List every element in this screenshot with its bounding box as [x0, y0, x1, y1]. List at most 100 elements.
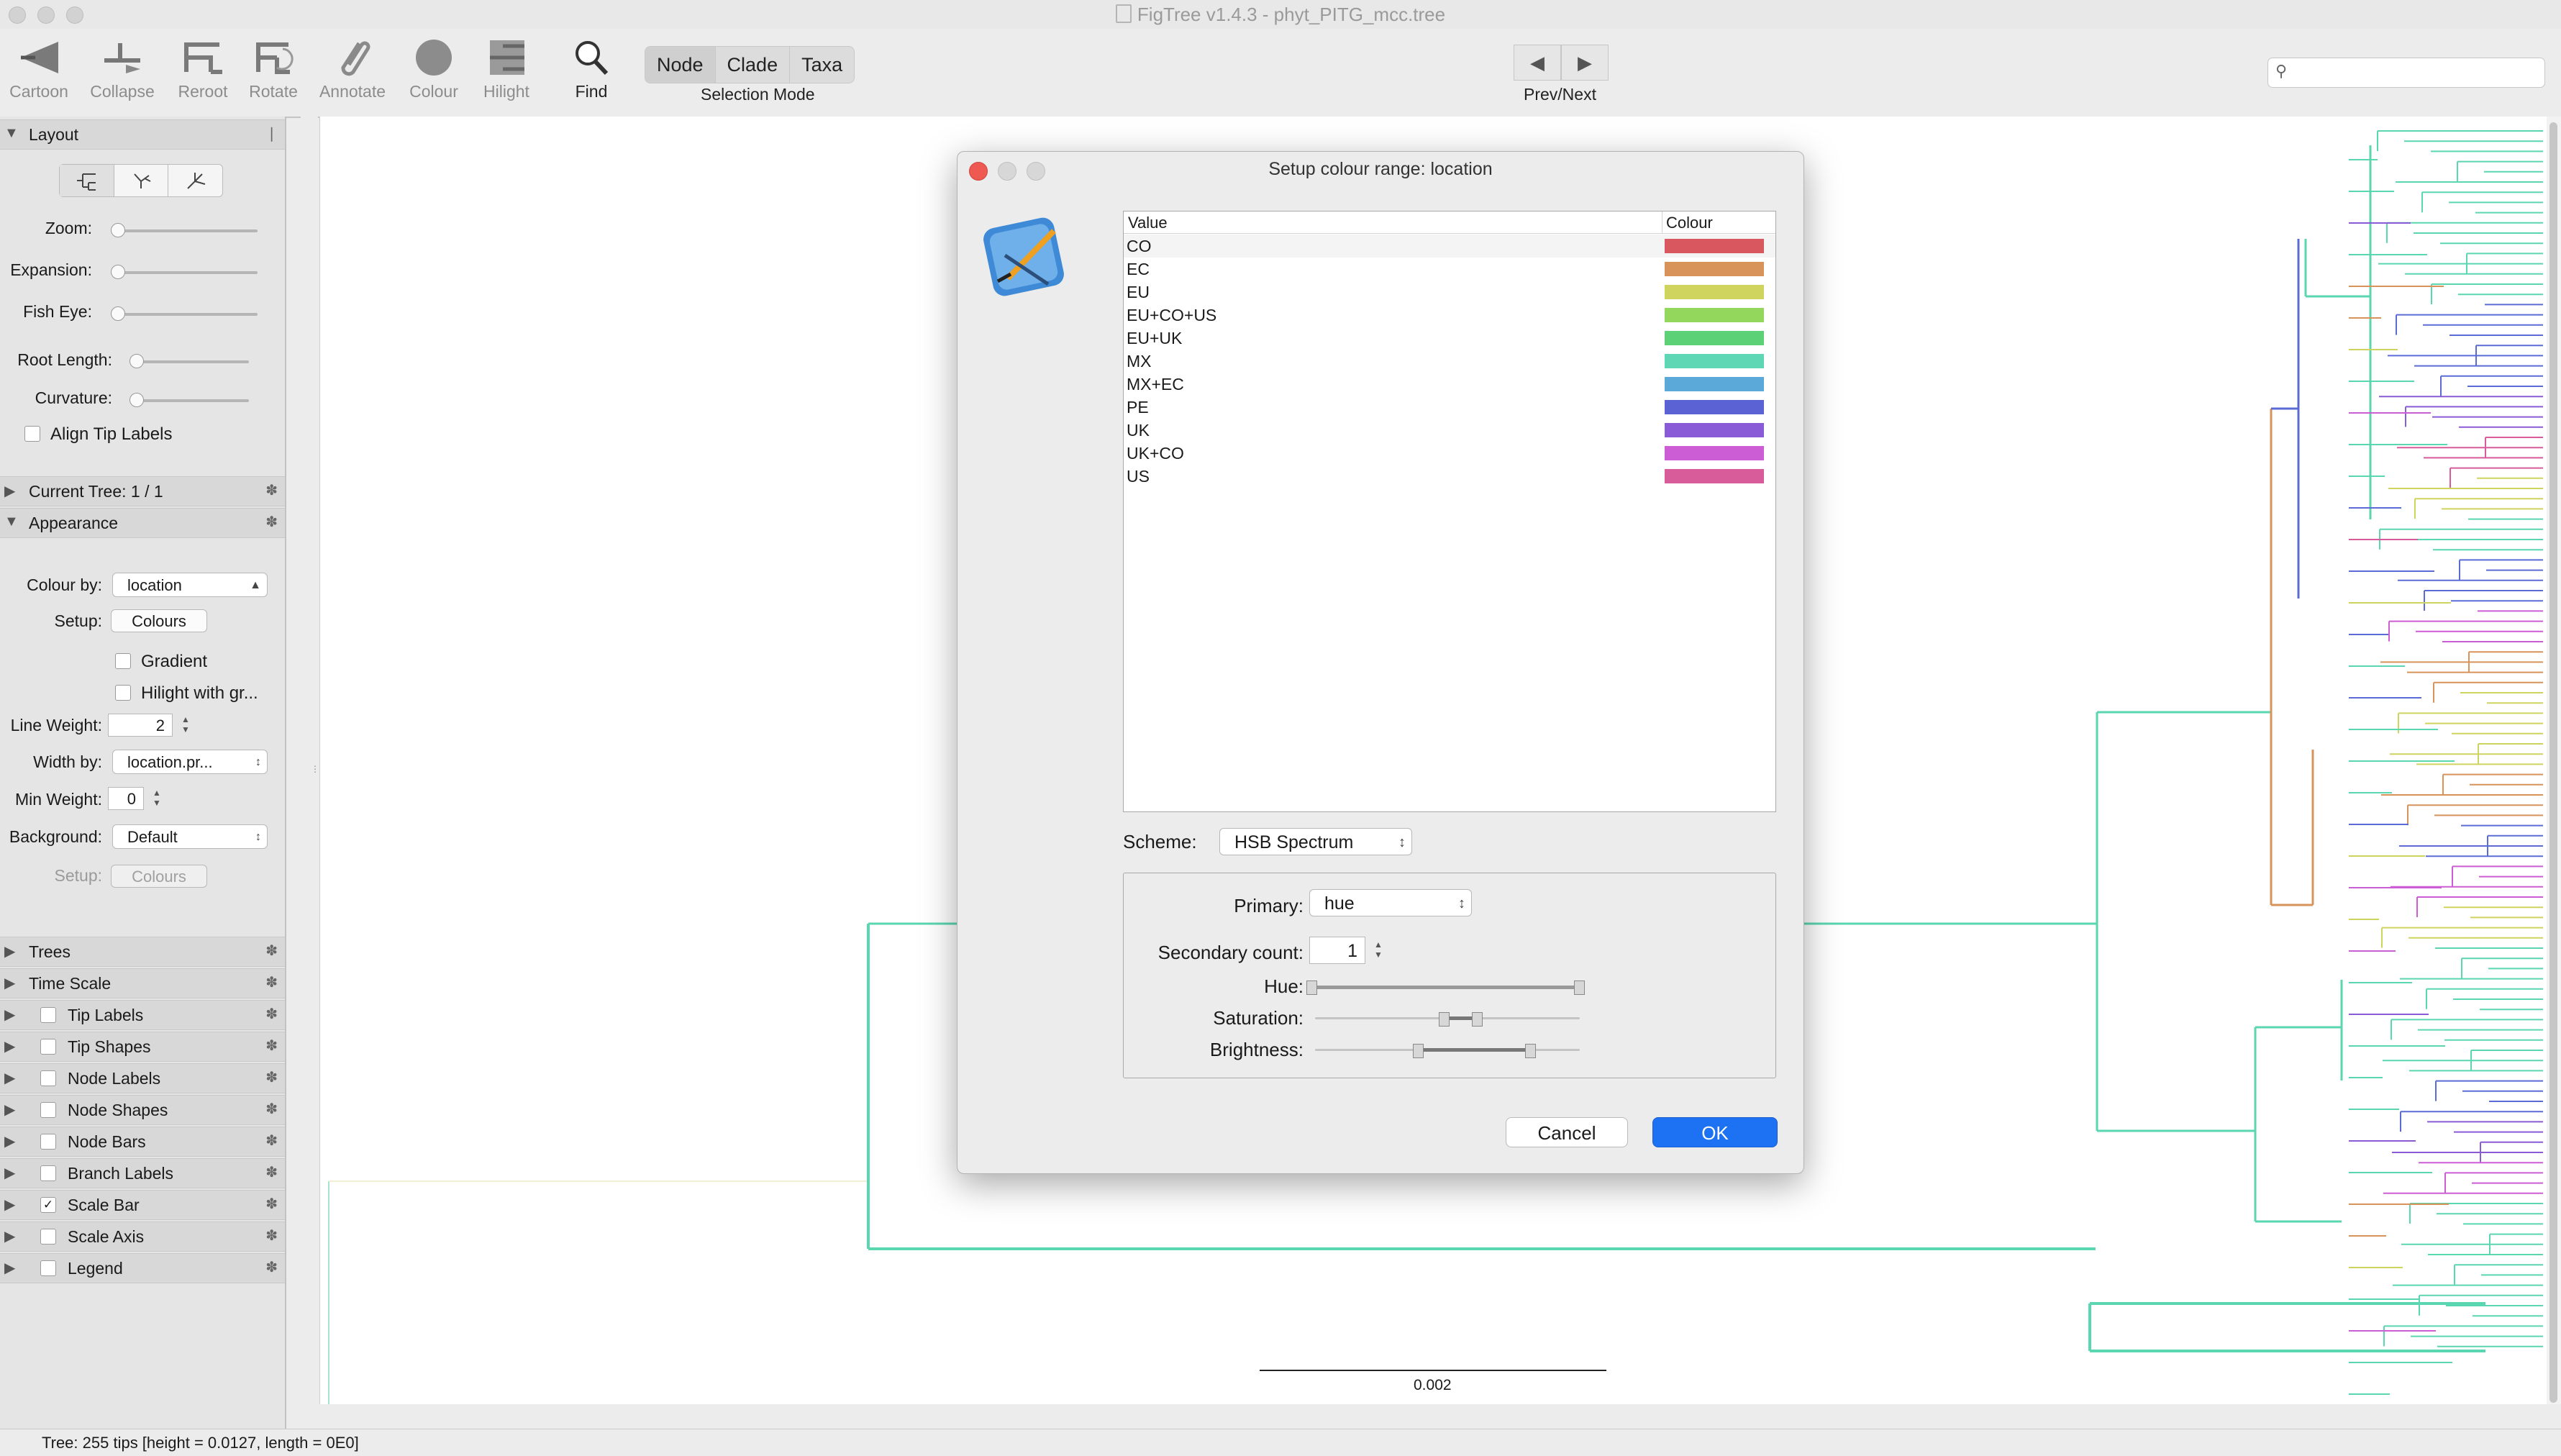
secondary-count-stepper[interactable]: ▲ ▼ — [1371, 939, 1386, 961]
layout-section-header[interactable]: ▼ Layout ❘ — [0, 119, 285, 150]
table-row[interactable]: MX — [1124, 350, 1775, 373]
pin-icon[interactable]: ✽ — [265, 1132, 278, 1150]
section-trees[interactable]: ▶ Trees ✽ — [0, 937, 285, 967]
curvature-slider-knob[interactable] — [129, 393, 144, 407]
disclosure-closed-icon[interactable]: ▶ — [4, 1227, 15, 1245]
find-button[interactable]: Find — [555, 36, 627, 101]
section-tip-shapes[interactable]: ▶ Tip Shapes ✽ — [0, 1032, 285, 1062]
section-branch-labels-checkbox[interactable] — [40, 1165, 56, 1181]
fisheye-slider-knob[interactable] — [111, 306, 125, 321]
search-input[interactable]: ⚲ — [2267, 58, 2545, 88]
brightness-range-slider[interactable] — [1315, 1044, 1580, 1058]
saturation-min-thumb[interactable] — [1439, 1012, 1450, 1027]
section-node-labels-checkbox[interactable] — [40, 1070, 56, 1086]
table-row[interactable]: EU+CO+US — [1124, 304, 1775, 327]
colour-swatch[interactable] — [1665, 469, 1764, 483]
section-tip-shapes-checkbox[interactable] — [40, 1039, 56, 1055]
brightness-max-thumb[interactable] — [1525, 1044, 1536, 1058]
tab-clade[interactable]: Clade — [716, 47, 791, 83]
section-legend-checkbox[interactable] — [40, 1260, 56, 1276]
section-node-bars[interactable]: ▶ Node Bars ✽ — [0, 1127, 285, 1157]
table-row[interactable]: MX+EC — [1124, 373, 1775, 396]
scrollbar-thumb[interactable] — [2549, 122, 2557, 1403]
saturation-range-slider[interactable] — [1315, 1012, 1580, 1027]
hilight-gradient-checkbox[interactable] — [115, 685, 131, 701]
hue-min-thumb[interactable] — [1306, 980, 1317, 995]
annotate-button[interactable]: Annotate — [317, 36, 388, 101]
pin-icon[interactable]: ✽ — [265, 1068, 278, 1086]
section-scale-bar[interactable]: ▶ ✓ Scale Bar ✽ — [0, 1190, 285, 1220]
pin-icon[interactable]: ✽ — [265, 513, 278, 531]
section-tip-labels[interactable]: ▶ Tip Labels ✽ — [0, 1000, 285, 1030]
section-time-scale[interactable]: ▶ Time Scale ✽ — [0, 968, 285, 998]
cartoon-button[interactable]: Cartoon — [3, 36, 75, 101]
line-weight-input[interactable]: 2 — [108, 714, 173, 737]
colour-swatch[interactable] — [1665, 308, 1764, 322]
pin-icon[interactable]: ✽ — [265, 1037, 278, 1055]
fisheye-slider[interactable] — [111, 306, 258, 321]
value-column-header[interactable]: Value — [1128, 214, 1168, 232]
pin-icon[interactable]: ✽ — [265, 1100, 278, 1118]
colour-swatch[interactable] — [1665, 285, 1764, 299]
pin-icon[interactable]: ✽ — [265, 1258, 278, 1276]
colour-swatch[interactable] — [1665, 262, 1764, 276]
pin-icon[interactable]: ✽ — [265, 942, 278, 960]
root-length-slider[interactable] — [129, 354, 249, 368]
cancel-button[interactable]: Cancel — [1506, 1117, 1628, 1147]
disclosure-closed-icon[interactable]: ▶ — [4, 1101, 15, 1119]
colour-by-select[interactable]: location ▲ — [112, 573, 268, 597]
colour-swatch[interactable] — [1665, 377, 1764, 391]
hilight-button[interactable]: Hilight — [470, 36, 542, 101]
colour-swatch[interactable] — [1665, 400, 1764, 414]
primary-select[interactable]: hue ↕ — [1309, 889, 1472, 916]
pin-icon[interactable]: ✽ — [265, 1163, 278, 1181]
colour-swatch[interactable] — [1665, 446, 1764, 460]
radial-layout-button[interactable] — [168, 165, 222, 196]
prev-button[interactable]: ◀ — [1514, 45, 1561, 81]
section-node-shapes[interactable]: ▶ Node Shapes ✽ — [0, 1095, 285, 1125]
table-row[interactable]: UK — [1124, 419, 1775, 442]
pin-icon[interactable]: ✽ — [265, 973, 278, 991]
rotate-button[interactable]: Rotate — [237, 36, 309, 101]
disclosure-closed-icon[interactable]: ▶ — [4, 942, 15, 960]
brightness-min-thumb[interactable] — [1413, 1044, 1424, 1058]
next-button[interactable]: ▶ — [1561, 45, 1609, 81]
disclosure-closed-icon[interactable]: ▶ — [4, 1132, 15, 1150]
secondary-count-input[interactable]: 1 — [1309, 937, 1365, 964]
disclosure-closed-icon[interactable]: ▶ — [4, 974, 15, 992]
table-row[interactable]: EU+UK — [1124, 327, 1775, 350]
ok-button[interactable]: OK — [1652, 1117, 1778, 1147]
colour-swatch[interactable] — [1665, 423, 1764, 437]
expansion-slider-knob[interactable] — [111, 265, 125, 279]
colour-swatch[interactable] — [1665, 331, 1764, 345]
pin-icon[interactable]: ✽ — [265, 481, 278, 499]
section-scale-axis[interactable]: ▶ Scale Axis ✽ — [0, 1221, 285, 1252]
tab-taxa[interactable]: Taxa — [790, 47, 854, 83]
table-row[interactable]: PE — [1124, 396, 1775, 419]
line-weight-stepper[interactable]: ▲ ▼ — [178, 714, 193, 736]
colour-swatch[interactable] — [1665, 239, 1764, 253]
section-node-bars-checkbox[interactable] — [40, 1134, 56, 1150]
align-tip-labels-checkbox[interactable] — [24, 426, 40, 442]
disclosure-closed-icon[interactable]: ▶ — [4, 1006, 15, 1024]
section-scale-bar-checkbox[interactable]: ✓ — [40, 1197, 56, 1213]
sidebar-splitter[interactable]: ⋮ — [301, 117, 319, 1429]
disclosure-closed-icon[interactable]: ▶ — [4, 1069, 15, 1087]
polar-layout-button[interactable] — [114, 165, 169, 196]
width-by-select[interactable]: location.pr... ↕ — [112, 750, 268, 774]
disclosure-closed-icon[interactable]: ▶ — [4, 1196, 15, 1214]
min-weight-input[interactable]: 0 — [108, 787, 144, 810]
table-row[interactable]: UK+CO — [1124, 442, 1775, 465]
disclosure-closed-icon[interactable]: ▶ — [4, 1037, 15, 1055]
section-tip-labels-checkbox[interactable] — [40, 1007, 56, 1023]
colour-column-header[interactable]: Colour — [1666, 214, 1713, 232]
table-row[interactable]: CO — [1124, 235, 1775, 258]
hue-range-slider[interactable] — [1306, 980, 1585, 995]
rectangular-layout-button[interactable] — [60, 165, 114, 196]
colours-setup-button[interactable]: Colours — [111, 609, 207, 632]
section-legend[interactable]: ▶ Legend ✽ — [0, 1253, 285, 1283]
hue-max-thumb[interactable] — [1574, 980, 1585, 995]
expansion-slider[interactable] — [111, 265, 258, 279]
root-length-slider-knob[interactable] — [129, 354, 144, 368]
section-scale-axis-checkbox[interactable] — [40, 1229, 56, 1245]
